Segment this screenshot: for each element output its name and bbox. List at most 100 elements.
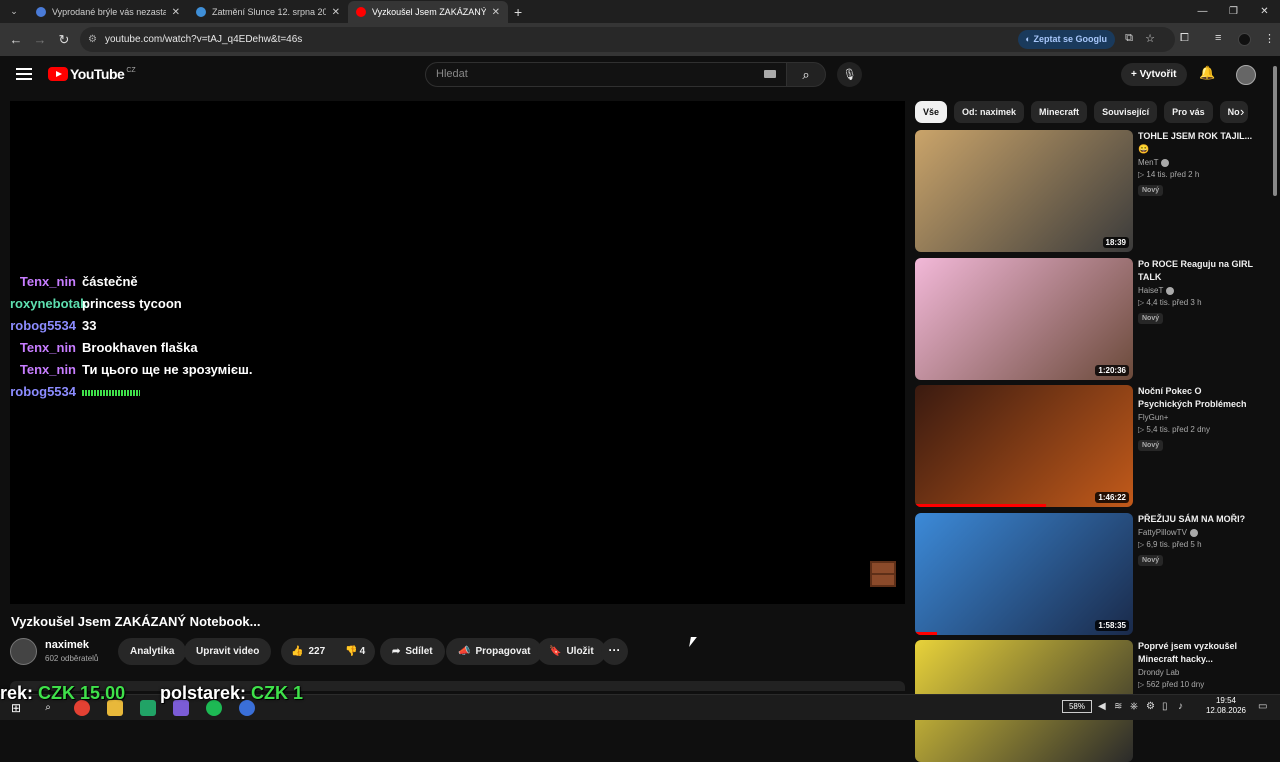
recommended-title[interactable]: PŘEŽIJU SÁM NA MOŘI? (1138, 513, 1258, 526)
video-duration: 18:39 (1102, 237, 1129, 248)
tab-close-icon[interactable]: ✕ (172, 7, 180, 18)
reload-icon[interactable]: ↻ (52, 32, 76, 48)
video-thumbnail[interactable]: 1:46:22 (915, 385, 1133, 507)
donation-overlay-left: rek: CZK 15.00 (0, 683, 125, 704)
channel-name[interactable]: naximek (45, 639, 89, 651)
promote-button[interactable]: 📣 Propagovat (446, 638, 543, 665)
close-window-icon[interactable]: ✕ (1249, 0, 1280, 23)
chevron-right-icon[interactable]: › (1240, 104, 1244, 119)
xbox-app-icon[interactable] (140, 700, 156, 716)
tab-close-icon[interactable]: ✕ (492, 7, 500, 18)
new-badge: Nový (1138, 185, 1164, 196)
chat-message: robog5534 33 (10, 315, 96, 335)
cast-icon[interactable]: ⧉ (1125, 32, 1133, 45)
voice-search-button[interactable]: 🎙 (837, 62, 862, 87)
filter-chip[interactable]: Pro vás (1164, 101, 1213, 123)
share-button[interactable]: ➦ Sdílet (380, 638, 445, 665)
filter-chip[interactable]: Související (1094, 101, 1158, 123)
channel-avatar[interactable] (10, 638, 37, 665)
tray-app-icon[interactable]: ⚙ (1146, 701, 1155, 712)
edit-video-button[interactable]: Upravit video (184, 638, 272, 665)
recommended-video[interactable]: 1:20:36 Po ROCE Reaguju na GIRL TALK Haise… (915, 258, 1260, 380)
restore-icon[interactable]: ❐ (1218, 0, 1249, 23)
like-button[interactable]: 👍 227 (281, 646, 335, 657)
extensions-icon[interactable]: ⧠ (1180, 32, 1189, 45)
keyboard-icon[interactable] (764, 70, 776, 78)
recommended-video[interactable]: 1:58:35 PŘEŽIJU SÁM NA MOŘI? FattyPillowTV… (915, 513, 1260, 635)
ask-google-button[interactable]: ◐ Zeptat se Googlu (1017, 30, 1115, 49)
recommended-channel[interactable]: FlyGun+ (1138, 413, 1258, 422)
clock-date: 12.08.2026 (1205, 706, 1247, 715)
country-code: CZ (126, 66, 136, 74)
scrollbar-thumb[interactable] (1273, 66, 1277, 196)
browser-tab[interactable]: Vyprodané brýle vás nezastaví ✕ (28, 1, 188, 23)
notification-center-icon[interactable]: ▭ (1258, 701, 1267, 712)
volume-icon[interactable]: ◀ (1098, 701, 1106, 712)
recommended-channel[interactable]: MenT (1138, 158, 1258, 167)
recommended-title[interactable]: Po ROCE Reaguju na GIRL TALK (1138, 258, 1258, 284)
system-clock[interactable]: 19:54 12.08.2026 (1200, 696, 1252, 716)
video-thumbnail[interactable]: 18:39 (915, 130, 1133, 252)
dislike-button[interactable]: 👎 4 (335, 646, 375, 657)
recommended-title[interactable]: Poprvé jsem vyzkoušel Minecraft hacky... (1138, 640, 1258, 666)
new-tab-icon[interactable]: + (514, 4, 522, 20)
recommended-channel[interactable]: HaiseT (1138, 286, 1258, 295)
tab-search-icon[interactable]: ⌄ (4, 2, 24, 22)
recommended-channel[interactable]: Drondy Lab (1138, 668, 1258, 677)
watch-progress-bar (915, 504, 1046, 507)
like-dislike-group: 👍 227 👎 4 (281, 638, 375, 665)
create-button[interactable]: + Vytvořit (1121, 63, 1187, 86)
tab-close-icon[interactable]: ✕ (332, 7, 340, 18)
video-stats: ▷ 6,9 tis. před 5 h (1138, 540, 1202, 549)
video-meta: Po ROCE Reaguju na GIRL TALK HaiseT ▷ 4,4 … (1138, 258, 1258, 325)
page-scrollbar[interactable] (1270, 56, 1280, 694)
usb-icon[interactable]: ▯ (1162, 701, 1168, 712)
analytics-button[interactable]: Analytika (118, 638, 187, 665)
menu-icon[interactable] (16, 68, 32, 80)
logo-text: YouTube (70, 66, 125, 82)
description-box[interactable] (10, 681, 905, 691)
video-meta: Poprvé jsem vyzkoušel Minecraft hacky...… (1138, 640, 1258, 689)
browser-tab[interactable]: Zatmění Slunce 12. srpna 2026 ✕ (188, 1, 348, 23)
video-stats: ▷ 5,4 tis. před 2 dny (1138, 425, 1210, 434)
save-button[interactable]: 🔖 Uložit (537, 638, 606, 665)
recommended-channel[interactable]: FattyPillowTV (1138, 528, 1258, 537)
sound-icon[interactable]: ♪ (1178, 701, 1183, 712)
battery-indicator[interactable]: 58% (1062, 700, 1092, 713)
video-thumbnail[interactable]: 1:20:36 (915, 258, 1133, 380)
network-icon[interactable]: ⎈ (1130, 701, 1138, 712)
back-icon[interactable]: ← (4, 32, 28, 47)
channel-label: FattyPillowTV (1138, 528, 1187, 537)
filter-chip[interactable]: Od: naximek (954, 101, 1025, 123)
profile-avatar[interactable] (1238, 33, 1251, 46)
account-avatar[interactable] (1236, 65, 1256, 85)
recommended-video[interactable]: 1:46:22 Noční Pokec O Psychických Problém… (915, 385, 1260, 507)
wifi-icon[interactable]: ≋ (1114, 701, 1122, 712)
mic-icon: 🎙 (842, 69, 857, 81)
bookmark-star-icon[interactable]: ☆ (1145, 32, 1155, 45)
address-bar[interactable]: ⚙ youtube.com/watch?v=tAJ_q4EDehw&t=46s … (80, 27, 1175, 52)
filter-chip[interactable]: Vše (915, 101, 948, 123)
chat-username: robog5534 (10, 383, 76, 399)
verified-icon (1161, 158, 1170, 167)
filter-chips: Vše Od: naximek Minecraft Související Pro vá… (915, 101, 1260, 123)
video-player[interactable]: Tenx_nin částečně roxynebotak princess tyco… (10, 101, 905, 604)
recommended-title[interactable]: TOHLE JSEM ROK TAJIL... 😀 (1138, 130, 1258, 156)
minimize-icon[interactable]: — (1187, 0, 1218, 23)
filter-chip[interactable]: Minecraft (1031, 101, 1088, 123)
site-info-icon[interactable]: ⚙ (88, 34, 97, 45)
search-input[interactable]: Hledat (425, 62, 787, 87)
recommended-title[interactable]: Noční Pokec O Psychických Problémech (1138, 385, 1258, 411)
forward-icon[interactable]: → (28, 32, 52, 47)
video-thumbnail[interactable]: 1:58:35 (915, 513, 1133, 635)
browser-menu-icon[interactable]: ⋮ (1264, 32, 1275, 45)
search-button[interactable]: ⌕ (786, 62, 826, 87)
tab-media-icon[interactable]: ≡ (1215, 32, 1221, 44)
donor-name-right: polstarek: (160, 683, 247, 703)
recommended-video[interactable]: 18:39 TOHLE JSEM ROK TAJIL... 😀 MenT ▷ 14 t… (915, 130, 1260, 252)
youtube-logo[interactable]: YouTube CZ (48, 66, 136, 82)
notifications-bell-icon[interactable]: 🔔 (1199, 65, 1215, 81)
url-text: youtube.com/watch?v=tAJ_q4EDehw&t=46s (104, 34, 303, 45)
more-actions-button[interactable]: ··· (601, 638, 628, 665)
browser-tab[interactable]: Vyzkoušel Jsem ZAKÁZANÝ Not ✕ (348, 1, 508, 23)
